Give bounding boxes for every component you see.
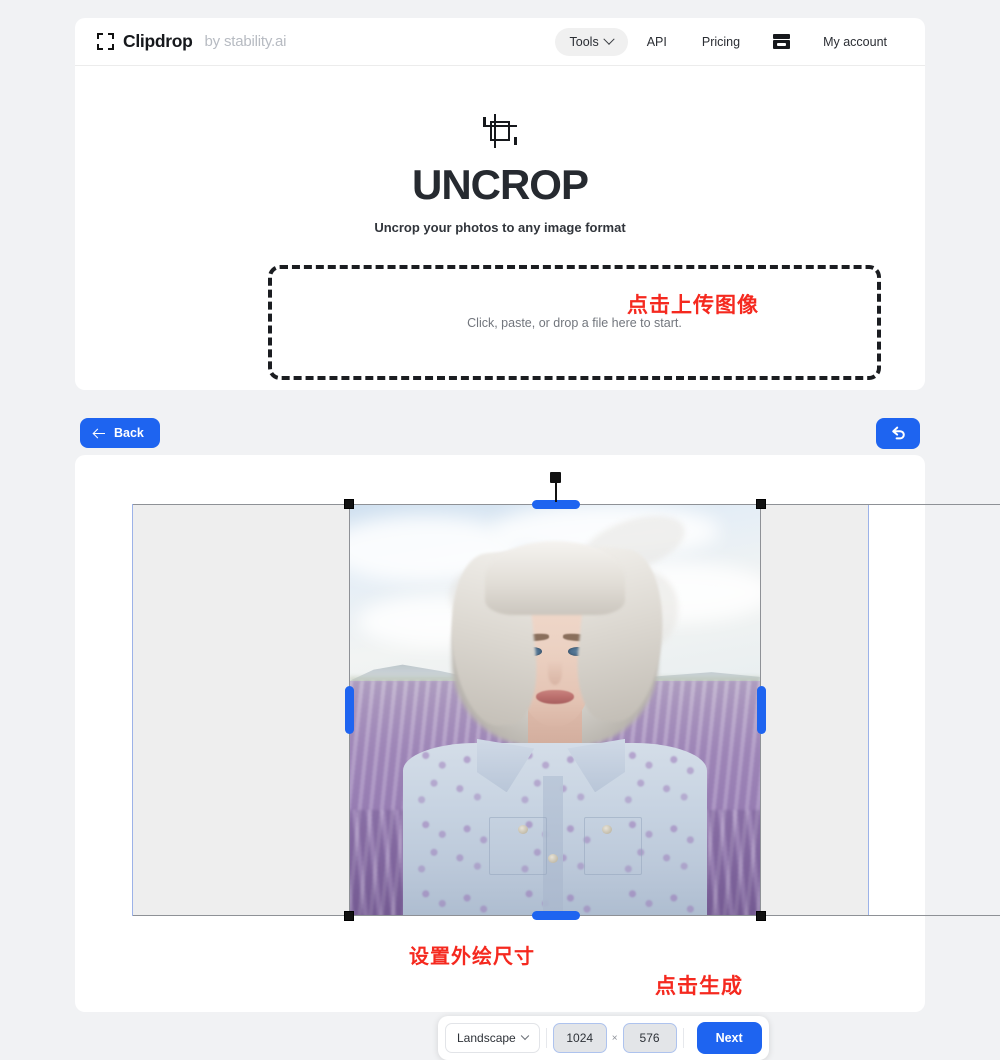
- nav-item-pricing[interactable]: Pricing: [686, 28, 756, 56]
- site-header: Clipdrop by stability.ai Tools API Prici…: [75, 18, 925, 66]
- chevron-down-icon: [520, 1031, 529, 1041]
- annotation-set-size: 设置外绘尺寸: [409, 944, 535, 968]
- toolbar-divider: [682, 1028, 684, 1048]
- edge-handle-left[interactable]: [344, 686, 354, 734]
- height-input[interactable]: [622, 1023, 677, 1053]
- width-input[interactable]: [552, 1023, 607, 1053]
- chevron-down-icon: [603, 33, 615, 45]
- brand-tagline: by stability.ai: [204, 33, 287, 50]
- rotate-handle[interactable]: [550, 472, 561, 483]
- edge-handle-bottom[interactable]: [532, 911, 580, 920]
- hero-section: UNCROP Uncrop your photos to any image f…: [75, 66, 925, 235]
- back-button-label: Back: [114, 426, 144, 440]
- nav-item-my-account[interactable]: My account: [807, 28, 903, 56]
- uncrop-editor-card: Back Landscape 1024 × 576 Next: [75, 418, 1000, 1060]
- corner-handle-bottom-right[interactable]: [756, 911, 766, 921]
- photo-hair-top: [484, 541, 626, 616]
- nav-tools-label: Tools: [569, 34, 599, 49]
- image-selection-box[interactable]: [133, 472, 1000, 921]
- corner-handle-top-right[interactable]: [756, 499, 766, 509]
- corner-handle-bottom-left[interactable]: [344, 911, 354, 921]
- orientation-value: Landscape: [457, 1031, 516, 1045]
- nav-item-archive[interactable]: [759, 27, 804, 56]
- multiply-symbol: ×: [611, 1032, 618, 1044]
- edge-handle-right[interactable]: [756, 686, 766, 734]
- uncrop-landing-card: Clipdrop by stability.ai Tools API Prici…: [75, 18, 925, 390]
- photo-pocket: [583, 817, 642, 875]
- nav-item-tools[interactable]: Tools: [554, 27, 628, 56]
- photo-lips: [536, 690, 574, 705]
- corner-handle-top-left[interactable]: [344, 499, 354, 509]
- toolbar-divider: [545, 1028, 547, 1048]
- editor-canvas-area: Landscape × Next: [75, 472, 1000, 1060]
- back-button[interactable]: Back: [80, 418, 160, 448]
- photo-pocket: [489, 817, 547, 875]
- file-dropzone[interactable]: Click, paste, or drop a file here to sta…: [268, 265, 881, 380]
- page-subtitle: Uncrop your photos to any image format: [374, 220, 626, 235]
- annotation-generate: 点击生成: [655, 974, 743, 998]
- page-title: UNCROP: [411, 161, 589, 208]
- brand-name: Clipdrop: [123, 31, 193, 51]
- nav-item-api[interactable]: API: [631, 28, 683, 56]
- arrow-left-icon: [93, 427, 106, 440]
- photo-person: [349, 504, 761, 916]
- source-photo: [349, 504, 761, 916]
- undo-button[interactable]: [876, 418, 920, 449]
- clipdrop-brackets-icon: [97, 33, 114, 50]
- orientation-select[interactable]: Landscape: [445, 1023, 540, 1053]
- archive-box-icon: [773, 34, 791, 49]
- undo-arrow-icon: [891, 426, 905, 440]
- photo-nose: [547, 660, 562, 686]
- brand-logo[interactable]: Clipdrop by stability.ai: [97, 31, 286, 52]
- output-frame[interactable]: [132, 472, 1000, 921]
- crop-tool-icon: [483, 114, 517, 148]
- main-navigation: Tools API Pricing My account: [554, 27, 903, 56]
- annotation-upload: 点击上传图像: [627, 293, 759, 317]
- next-button[interactable]: Next: [696, 1022, 762, 1054]
- size-controls-toolbar: Landscape × Next: [438, 1016, 769, 1060]
- rotate-handle-stem: [555, 480, 557, 502]
